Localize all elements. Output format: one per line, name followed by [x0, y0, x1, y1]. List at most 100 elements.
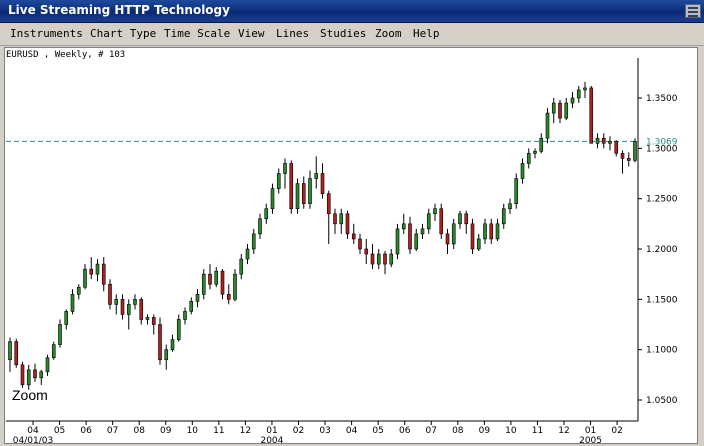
- candle-body: [620, 153, 625, 159]
- month-tick-label: 08: [133, 426, 145, 436]
- candle-body: [70, 293, 75, 312]
- candle-body: [208, 273, 212, 285]
- candle-body: [195, 293, 200, 302]
- candle-body: [533, 151, 537, 154]
- month-tick-label: 09: [479, 426, 491, 436]
- candle-body: [251, 233, 256, 250]
- date-label: 2004: [260, 436, 283, 446]
- candle-body: [114, 299, 119, 305]
- candle-body: [333, 213, 337, 225]
- month-tick-label: 11: [213, 426, 224, 436]
- month-tick-label: 02: [293, 426, 304, 436]
- candle-body: [351, 233, 356, 240]
- candle-body: [326, 193, 331, 215]
- candle-body: [426, 213, 431, 230]
- price-tick-label: 1.1000: [646, 346, 678, 356]
- app-window: Live Streaming HTTP Technology Instrumen…: [0, 0, 704, 446]
- candle-body: [370, 253, 375, 265]
- candle-body: [120, 299, 125, 315]
- candle-body: [270, 188, 275, 210]
- month-tick-label: 07: [426, 426, 437, 436]
- candle-body: [108, 283, 112, 305]
- candle-body: [420, 228, 425, 235]
- candle-body: [489, 223, 494, 240]
- candle-body: [570, 97, 575, 104]
- month-tick-label: 02: [611, 426, 622, 436]
- candle-body: [295, 183, 300, 210]
- candle-body: [164, 349, 169, 361]
- month-tick-label: 11: [532, 426, 543, 436]
- candle-body: [539, 137, 544, 152]
- candle-body: [264, 208, 269, 220]
- candle-body: [145, 317, 150, 320]
- candle-body: [76, 286, 81, 295]
- month-tick-label: 09: [160, 426, 172, 436]
- candle-body: [126, 304, 131, 315]
- candle-body: [408, 223, 412, 250]
- candle-body: [514, 178, 519, 205]
- candle-body: [139, 299, 144, 320]
- month-tick-label: 06: [399, 426, 411, 436]
- candle-body: [383, 253, 387, 265]
- candle-body: [64, 311, 69, 325]
- candle-body: [89, 268, 94, 275]
- candle-body: [258, 218, 262, 235]
- candle-body: [626, 158, 631, 161]
- zoom-label[interactable]: Zoom: [12, 387, 48, 403]
- date-label: 04/01/03: [13, 436, 53, 446]
- candle-body: [151, 317, 156, 325]
- candle-body: [176, 319, 181, 340]
- candle-body: [95, 263, 100, 275]
- candle-body: [614, 140, 619, 154]
- candle-body: [589, 87, 594, 144]
- candle-body: [358, 238, 362, 250]
- candle-body: [508, 203, 512, 210]
- candle-body: [83, 268, 87, 288]
- candle-body: [276, 173, 281, 189]
- month-tick-label: 05: [54, 426, 65, 436]
- candle-body: [101, 263, 106, 285]
- month-tick-label: 06: [80, 426, 92, 436]
- candle-body: [470, 223, 475, 250]
- candle-body: [170, 339, 175, 350]
- candle-body: [526, 153, 531, 164]
- candle-body: [14, 341, 19, 366]
- candle-body: [314, 173, 319, 179]
- month-tick-label: 12: [558, 426, 569, 436]
- price-tick-label: 1.0500: [646, 396, 678, 406]
- month-tick-label: 10: [187, 426, 199, 436]
- candle-body: [201, 273, 206, 295]
- price-tick-label: 1.2500: [646, 195, 678, 205]
- month-tick-label: 04: [346, 426, 358, 436]
- candle-body: [564, 102, 569, 119]
- price-chart[interactable]: 1.05001.10001.15001.20001.25001.30001.35…: [0, 0, 704, 446]
- candle-body: [389, 253, 394, 265]
- candle-body: [239, 258, 244, 275]
- candle-body: [608, 140, 612, 144]
- price-tick-label: 1.3500: [646, 94, 678, 104]
- candle-body: [551, 102, 556, 114]
- candle-body: [226, 293, 231, 300]
- candle-body: [320, 173, 325, 194]
- candle-body: [433, 208, 437, 215]
- candle-body: [476, 238, 481, 250]
- candle-body: [458, 213, 462, 225]
- candle-body: [445, 233, 450, 245]
- candle-body: [583, 87, 587, 91]
- candle-body: [401, 223, 406, 230]
- candle-body: [595, 137, 600, 144]
- candle-body: [245, 248, 250, 260]
- candle-body: [283, 163, 287, 174]
- date-label: 2005: [579, 436, 602, 446]
- candle-body: [376, 253, 381, 265]
- candle-body: [45, 357, 50, 373]
- candle-body: [601, 137, 606, 144]
- price-tick-label: 1.1500: [646, 295, 678, 305]
- month-tick-label: 08: [452, 426, 464, 436]
- candle-body: [39, 371, 44, 379]
- candle-body: [483, 223, 487, 240]
- candle-body: [133, 299, 137, 305]
- candle-body: [8, 341, 12, 361]
- candle-body: [33, 369, 37, 379]
- candle-body: [220, 270, 225, 295]
